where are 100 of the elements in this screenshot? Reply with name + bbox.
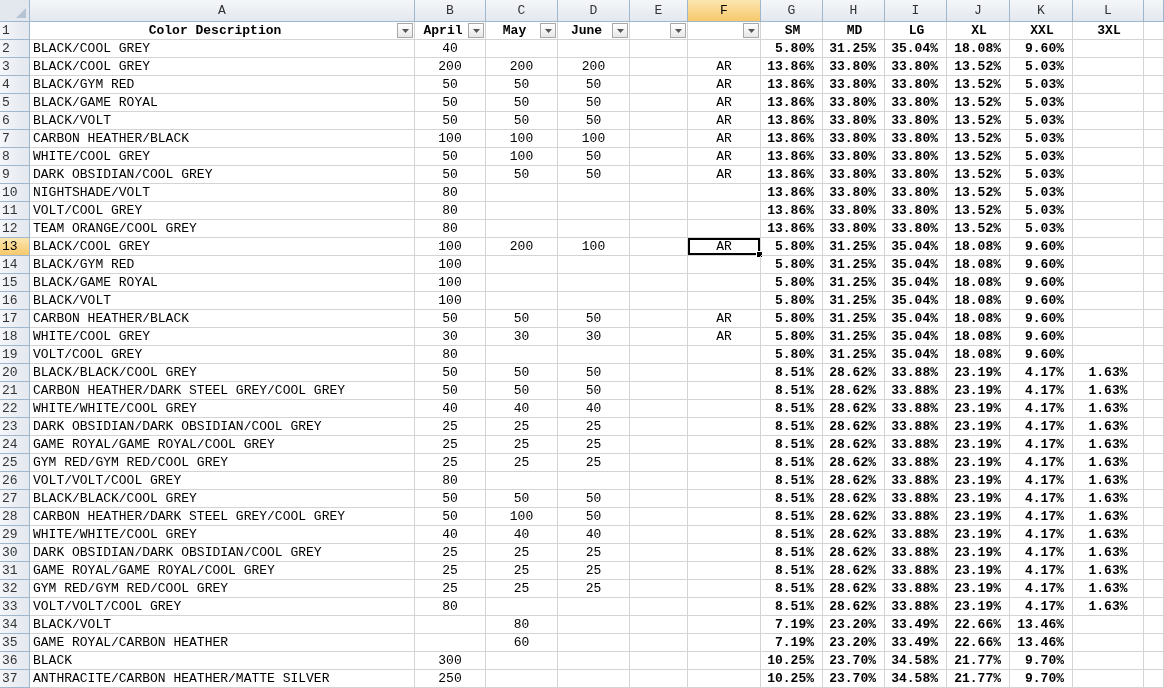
row-header[interactable]: 2	[0, 40, 30, 58]
table-cell: 28.62%	[823, 418, 885, 436]
table-cell: BLACK/COOL GREY	[30, 40, 415, 58]
empty-cell	[630, 562, 688, 580]
row-header[interactable]: 21	[0, 382, 30, 400]
table-cell: WHITE/COOL GREY	[30, 328, 415, 346]
row-header[interactable]: 34	[0, 616, 30, 634]
table-cell: 33.80%	[885, 148, 947, 166]
row-header[interactable]: 11	[0, 202, 30, 220]
table-cell: 33.88%	[885, 382, 947, 400]
column-header[interactable]: G	[761, 0, 823, 22]
caret-icon	[747, 28, 755, 33]
row-header[interactable]: 8	[0, 148, 30, 166]
table-cell: 23.20%	[823, 616, 885, 634]
table-cell: 18.08%	[947, 274, 1010, 292]
row-header[interactable]: 17	[0, 310, 30, 328]
table-cell: 50	[558, 508, 630, 526]
table-cell: 50	[415, 112, 486, 130]
row-header[interactable]: 28	[0, 508, 30, 526]
row-header[interactable]: 3	[0, 58, 30, 76]
row-header[interactable]: 29	[0, 526, 30, 544]
table-cell: 31.25%	[823, 328, 885, 346]
row-header[interactable]: 9	[0, 166, 30, 184]
table-cell: 23.19%	[947, 490, 1010, 508]
row-header[interactable]: 37	[0, 670, 30, 688]
row-header[interactable]: 36	[0, 652, 30, 670]
table-cell[interactable]: AR	[688, 238, 761, 256]
column-header[interactable]: J	[947, 0, 1010, 22]
row-header[interactable]: 4	[0, 76, 30, 94]
table-cell: 5.80%	[761, 40, 823, 58]
column-header[interactable]: K	[1010, 0, 1073, 22]
filter-button[interactable]	[670, 23, 686, 38]
row-header[interactable]: 14	[0, 256, 30, 274]
column-header[interactable]: C	[486, 0, 558, 22]
row-header[interactable]: 27	[0, 490, 30, 508]
table-cell: BLACK/COOL GREY	[30, 58, 415, 76]
filter-button[interactable]	[468, 23, 484, 38]
table-cell: 13.52%	[947, 94, 1010, 112]
table-cell: 28.62%	[823, 526, 885, 544]
filter-button[interactable]	[743, 23, 759, 38]
column-title: LG	[907, 22, 926, 39]
filter-button[interactable]	[397, 23, 413, 38]
row-header[interactable]: 22	[0, 400, 30, 418]
column-header[interactable]: E	[630, 0, 688, 22]
row-header[interactable]: 6	[0, 112, 30, 130]
table-cell: 13.52%	[947, 202, 1010, 220]
filter-button[interactable]	[540, 23, 556, 38]
row-header[interactable]: 16	[0, 292, 30, 310]
column-header[interactable]: L	[1073, 0, 1144, 22]
row-header[interactable]: 12	[0, 220, 30, 238]
table-cell: 28.62%	[823, 436, 885, 454]
column-header[interactable]: B	[415, 0, 486, 22]
table-cell: 30	[558, 328, 630, 346]
row-header[interactable]: 35	[0, 634, 30, 652]
row-header[interactable]: 15	[0, 274, 30, 292]
table-cell: 1.63%	[1073, 382, 1144, 400]
table-cell: 50	[558, 112, 630, 130]
row-header[interactable]: 19	[0, 346, 30, 364]
empty-cell	[630, 112, 688, 130]
row-header[interactable]: 32	[0, 580, 30, 598]
column-header[interactable]: H	[823, 0, 885, 22]
filter-button[interactable]	[612, 23, 628, 38]
row-header[interactable]: 25	[0, 454, 30, 472]
row-header[interactable]: 33	[0, 598, 30, 616]
empty-cell	[1073, 652, 1144, 670]
column-header[interactable]: D	[558, 0, 630, 22]
row-header[interactable]: 24	[0, 436, 30, 454]
table-cell: 300	[415, 652, 486, 670]
row-header[interactable]: 13	[0, 238, 30, 256]
table-cell: 4.17%	[1010, 598, 1073, 616]
row-header[interactable]: 1	[0, 22, 30, 40]
table-cell: 80	[415, 346, 486, 364]
empty-cell	[630, 580, 688, 598]
row-header[interactable]: 18	[0, 328, 30, 346]
table-cell: 5.03%	[1010, 76, 1073, 94]
column-header[interactable]: I	[885, 0, 947, 22]
empty-cell	[1073, 238, 1144, 256]
empty-cell	[415, 634, 486, 652]
row-header[interactable]: 10	[0, 184, 30, 202]
row-header[interactable]: 5	[0, 94, 30, 112]
row-header[interactable]: 7	[0, 130, 30, 148]
table-cell: 13.86%	[761, 148, 823, 166]
column-header[interactable]: F	[688, 0, 761, 22]
column-title: XXL	[1029, 22, 1055, 39]
table-cell: 5.03%	[1010, 166, 1073, 184]
empty-cell	[1144, 670, 1164, 688]
row-header[interactable]: 20	[0, 364, 30, 382]
table-cell: 9.60%	[1010, 346, 1073, 364]
table-cell: 18.08%	[947, 40, 1010, 58]
table-cell: 80	[415, 220, 486, 238]
row-header[interactable]: 23	[0, 418, 30, 436]
column-header[interactable]: A	[30, 0, 415, 22]
row-header[interactable]: 30	[0, 544, 30, 562]
empty-cell	[1144, 76, 1164, 94]
table-cell: 23.70%	[823, 670, 885, 688]
table-cell: 50	[415, 508, 486, 526]
row-header[interactable]: 31	[0, 562, 30, 580]
empty-cell	[486, 256, 558, 274]
table-cell: 33.80%	[823, 148, 885, 166]
row-header[interactable]: 26	[0, 472, 30, 490]
